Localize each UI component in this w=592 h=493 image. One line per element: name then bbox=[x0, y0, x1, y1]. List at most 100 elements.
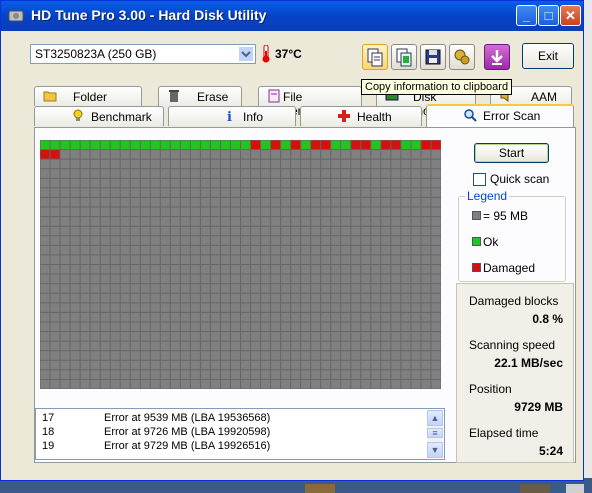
scan-block bbox=[50, 303, 60, 312]
scan-block bbox=[381, 226, 391, 236]
scan-block bbox=[241, 379, 251, 389]
scan-block bbox=[130, 293, 140, 303]
scan-block bbox=[200, 197, 210, 207]
scan-block bbox=[331, 303, 341, 312]
tab-health[interactable]: Health bbox=[300, 106, 422, 126]
scan-block bbox=[190, 284, 200, 293]
quick-scan-checkbox[interactable] bbox=[473, 173, 486, 186]
scan-block bbox=[331, 150, 341, 159]
options-button[interactable] bbox=[449, 44, 475, 70]
scan-block bbox=[331, 255, 341, 264]
scan-block bbox=[421, 284, 431, 293]
minimize-button[interactable]: _ bbox=[516, 5, 537, 26]
scan-block bbox=[200, 265, 210, 274]
scan-block bbox=[311, 360, 321, 370]
scan-block bbox=[170, 322, 180, 332]
scan-block bbox=[100, 360, 110, 370]
scan-block bbox=[60, 284, 70, 293]
scan-block bbox=[140, 274, 150, 284]
scan-block bbox=[351, 217, 361, 226]
scroll-thumb[interactable]: ≡ bbox=[427, 428, 443, 438]
scan-block bbox=[381, 169, 391, 178]
scan-block bbox=[261, 226, 271, 236]
scan-block bbox=[281, 341, 291, 351]
scan-block bbox=[130, 312, 140, 322]
tab-folder-usage[interactable]: Folder Usage bbox=[34, 86, 142, 118]
scan-block bbox=[421, 312, 431, 322]
scan-block bbox=[421, 140, 431, 150]
scan-block bbox=[371, 188, 381, 197]
scan-block bbox=[241, 245, 251, 255]
error-log-list[interactable]: 17 Error at 9539 MB (LBA 19536568) 18 Er… bbox=[35, 408, 445, 460]
scan-block bbox=[90, 159, 100, 169]
scan-block bbox=[90, 255, 100, 264]
scan-block bbox=[190, 169, 200, 178]
copy-text-button[interactable] bbox=[362, 44, 388, 70]
scan-block bbox=[281, 284, 291, 293]
tab-info[interactable]: i Info bbox=[168, 106, 296, 126]
scan-block bbox=[431, 370, 441, 379]
start-button[interactable]: Start bbox=[474, 143, 549, 163]
scan-block bbox=[160, 341, 170, 351]
maximize-button[interactable]: □ bbox=[538, 5, 559, 26]
scan-block bbox=[160, 140, 170, 150]
scan-block bbox=[100, 322, 110, 332]
scan-block bbox=[210, 255, 220, 264]
scan-block bbox=[411, 197, 421, 207]
quick-scan-label[interactable]: Quick scan bbox=[490, 172, 549, 186]
scan-block bbox=[341, 284, 351, 293]
title-bar[interactable]: HD Tune Pro 3.00 - Hard Disk Utility _ □… bbox=[1, 1, 583, 31]
scan-block bbox=[341, 140, 351, 150]
scan-block bbox=[80, 265, 90, 274]
scan-block bbox=[261, 265, 271, 274]
tab-error-scan[interactable]: Error Scan bbox=[426, 104, 574, 127]
scan-block bbox=[361, 217, 371, 226]
log-scrollbar[interactable]: ▲ ≡ ▼ bbox=[427, 410, 443, 458]
scan-block bbox=[230, 379, 240, 389]
scan-block bbox=[351, 188, 361, 197]
scan-block bbox=[411, 217, 421, 226]
scan-block bbox=[50, 150, 60, 159]
scan-block bbox=[150, 284, 160, 293]
scan-block bbox=[190, 217, 200, 226]
scan-block bbox=[421, 303, 431, 312]
scan-block bbox=[60, 217, 70, 226]
scan-block bbox=[100, 245, 110, 255]
tab-benchmark[interactable]: Benchmark bbox=[34, 106, 164, 126]
scan-block bbox=[70, 322, 80, 332]
scan-block bbox=[140, 293, 150, 303]
scan-block bbox=[90, 140, 100, 150]
scroll-up-icon[interactable]: ▲ bbox=[427, 410, 443, 426]
download-button[interactable] bbox=[484, 44, 510, 70]
scan-block bbox=[301, 303, 311, 312]
tab-file-benchmark[interactable]: File Benchmark bbox=[258, 86, 362, 118]
close-button[interactable]: ✕ bbox=[560, 5, 581, 26]
scan-block bbox=[120, 274, 130, 284]
chevron-down-icon[interactable] bbox=[238, 46, 254, 62]
exit-button[interactable]: Exit bbox=[522, 43, 574, 69]
save-button[interactable] bbox=[420, 44, 446, 70]
scan-block bbox=[210, 332, 220, 341]
scan-block bbox=[100, 217, 110, 226]
scan-block bbox=[140, 159, 150, 169]
scan-block bbox=[381, 255, 391, 264]
scan-block bbox=[401, 178, 411, 188]
scan-block bbox=[130, 341, 140, 351]
scan-block bbox=[190, 293, 200, 303]
scan-block bbox=[261, 150, 271, 159]
copy-screenshot-button[interactable] bbox=[391, 44, 417, 70]
scan-block bbox=[251, 217, 261, 226]
tab-erase[interactable]: Erase bbox=[158, 86, 242, 106]
log-entry-message: Error at 9729 MB (LBA 19926516) bbox=[104, 440, 271, 452]
scan-block bbox=[281, 360, 291, 370]
scan-block bbox=[80, 379, 90, 389]
scan-block bbox=[60, 159, 70, 169]
scan-block bbox=[391, 140, 401, 150]
scan-block bbox=[140, 245, 150, 255]
scan-block bbox=[80, 322, 90, 332]
scroll-down-icon[interactable]: ▼ bbox=[427, 442, 443, 458]
drive-select[interactable]: ST3250823A (250 GB) bbox=[30, 44, 256, 64]
scan-block bbox=[261, 303, 271, 312]
scan-block bbox=[251, 207, 261, 217]
scan-block bbox=[100, 332, 110, 341]
